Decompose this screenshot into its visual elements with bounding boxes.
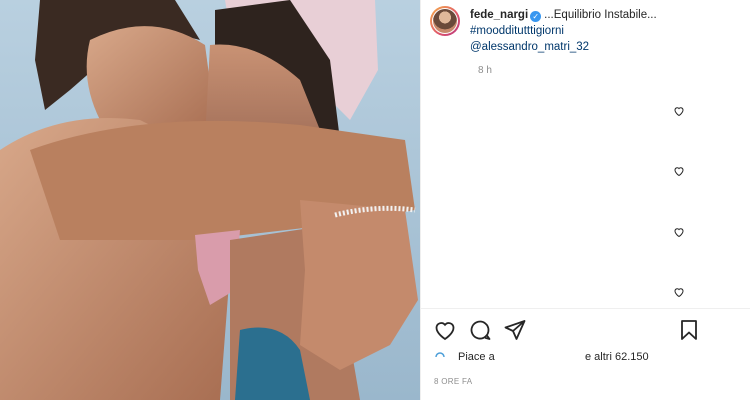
comment-like-heart-icon[interactable]: [673, 286, 685, 298]
user-avatar[interactable]: [430, 6, 460, 36]
caption-text: ...Equilibrio Instabile...: [544, 9, 657, 21]
username-link[interactable]: fede_nargi: [470, 9, 528, 21]
loading-spinner-icon: [434, 350, 446, 362]
actions-divider: [420, 308, 750, 309]
caption-time: 8 h: [478, 65, 492, 76]
share-paper-plane-icon[interactable]: [503, 318, 527, 342]
mention-link[interactable]: @alessandro_matri_32: [470, 39, 657, 55]
comment-like-heart-icon[interactable]: [673, 105, 685, 117]
comment-like-heart-icon[interactable]: [673, 165, 685, 177]
comment-bubble-icon[interactable]: [468, 318, 492, 342]
post-caption: fede_nargi ✓ ...Equilibrio Instabile... #m…: [470, 7, 657, 55]
like-heart-icon[interactable]: [433, 318, 457, 342]
likes-prefix: Piace a: [458, 351, 495, 363]
likes-count-link[interactable]: e altri 62.150: [585, 351, 649, 363]
save-bookmark-icon[interactable]: [677, 318, 701, 342]
hashtag-link[interactable]: #moodditutttigiorni: [470, 23, 657, 39]
post-timestamp[interactable]: 8 ORE FA: [434, 377, 472, 386]
comment-like-heart-icon[interactable]: [673, 226, 685, 238]
post-photo[interactable]: [0, 0, 420, 400]
verified-badge-icon: ✓: [530, 11, 542, 22]
caption-row: fede_nargi ✓ ...Equilibrio Instabile... #m…: [430, 6, 748, 55]
